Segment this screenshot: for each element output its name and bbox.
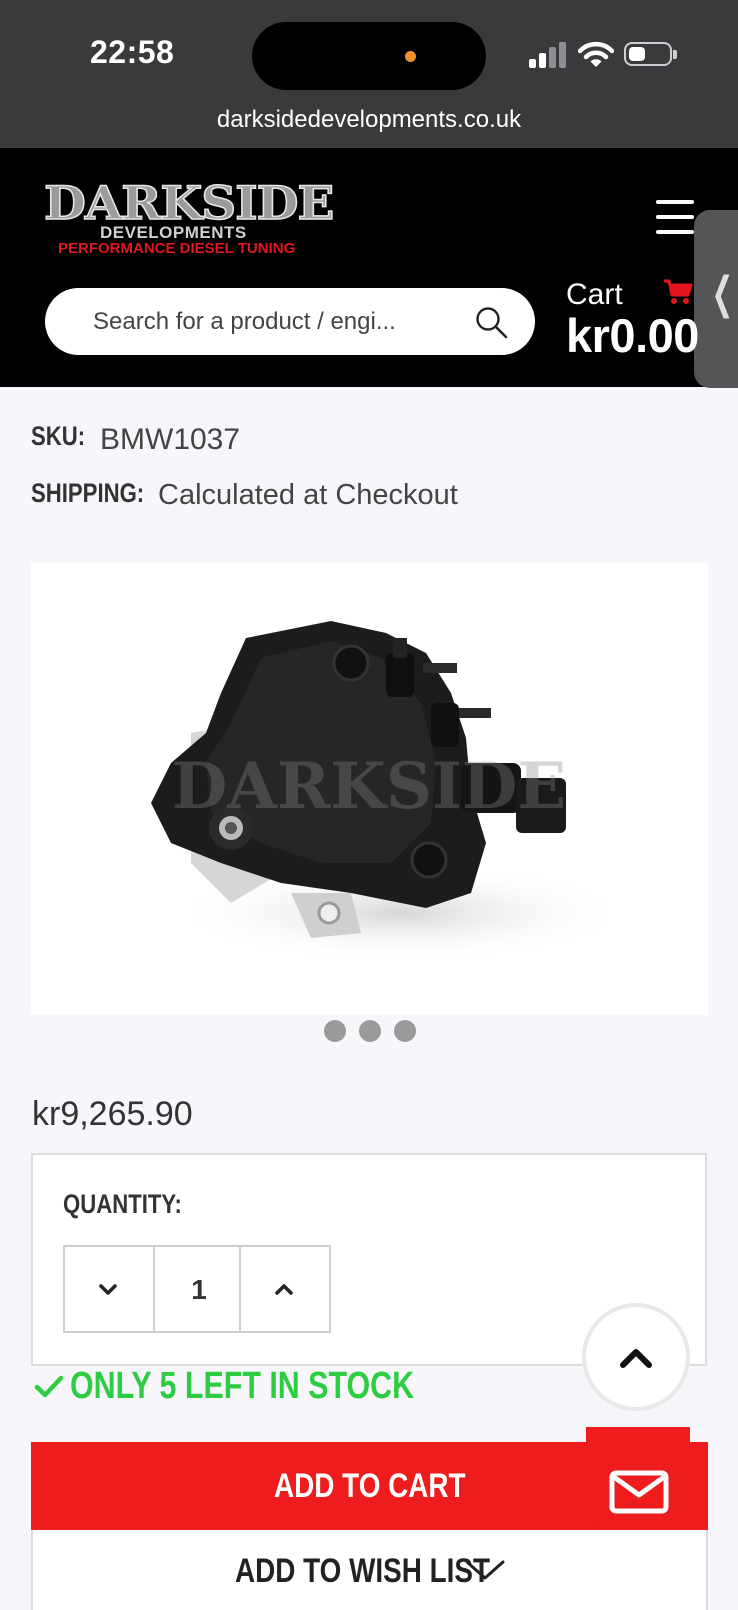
cart-label[interactable]: Cart bbox=[566, 278, 623, 312]
chevron-left-icon: ❮ bbox=[711, 268, 734, 319]
dynamic-island bbox=[252, 22, 486, 90]
chevron-down-icon bbox=[99, 1284, 117, 1295]
shipping-label: SHIPPING: bbox=[31, 478, 145, 508]
sku-label: SKU: bbox=[31, 421, 86, 451]
battery-icon bbox=[624, 42, 677, 66]
chevron-down-icon bbox=[465, 1560, 505, 1580]
add-to-wishlist-button[interactable]: ADD TO WISH LIST bbox=[31, 1530, 708, 1610]
decrease-quantity-button[interactable] bbox=[65, 1247, 155, 1331]
status-bar: 22:58 darksidedevelopments.co.uk bbox=[0, 0, 738, 148]
mail-icon bbox=[609, 1470, 669, 1514]
chevron-up-icon bbox=[275, 1284, 293, 1295]
wifi-icon bbox=[578, 41, 614, 67]
contact-mail-button[interactable] bbox=[586, 1427, 690, 1543]
cart-total[interactable]: kr0.00 bbox=[566, 308, 699, 363]
increase-quantity-button[interactable] bbox=[239, 1247, 329, 1331]
quantity-label: QUANTITY: bbox=[63, 1189, 182, 1219]
shipping-value: Calculated at Checkout bbox=[158, 479, 458, 511]
carousel-dot[interactable] bbox=[394, 1020, 416, 1042]
address-bar-url[interactable]: darksidedevelopments.co.uk bbox=[0, 106, 738, 134]
stock-status: ONLY 5 LEFT IN STOCK bbox=[34, 1365, 414, 1409]
quantity-stepper bbox=[63, 1245, 331, 1333]
search-input[interactable] bbox=[91, 302, 455, 342]
check-icon bbox=[34, 1375, 64, 1398]
product-details: SKU: BMW1037 SHIPPING: Calculated at Che… bbox=[0, 387, 738, 1610]
site-header: DARKSIDE DEVELOPMENTS PERFORMANCE DIESEL… bbox=[0, 148, 738, 388]
scroll-to-top-button[interactable] bbox=[582, 1303, 690, 1411]
chevron-up-icon bbox=[620, 1349, 652, 1368]
clock: 22:58 bbox=[90, 34, 175, 70]
site-logo[interactable]: DARKSIDE DEVELOPMENTS PERFORMANCE DIESEL… bbox=[40, 175, 340, 262]
search-bar bbox=[45, 288, 535, 355]
product-price: kr9,265.90 bbox=[32, 1095, 193, 1133]
cellular-signal-icon bbox=[529, 42, 567, 68]
carousel-dot[interactable] bbox=[324, 1020, 346, 1042]
side-panel-tab[interactable]: ❮ bbox=[694, 210, 738, 388]
carousel-dot[interactable] bbox=[359, 1020, 381, 1042]
sku-value: BMW1037 bbox=[100, 423, 241, 456]
menu-icon[interactable] bbox=[656, 200, 694, 234]
cart-icon[interactable] bbox=[663, 278, 693, 306]
image-carousel-dots bbox=[324, 1020, 416, 1044]
product-image[interactable]: DARKSIDE bbox=[31, 563, 708, 1015]
image-watermark: DARKSIDE bbox=[172, 749, 566, 824]
search-icon[interactable] bbox=[475, 306, 509, 340]
quantity-input[interactable] bbox=[153, 1247, 245, 1333]
